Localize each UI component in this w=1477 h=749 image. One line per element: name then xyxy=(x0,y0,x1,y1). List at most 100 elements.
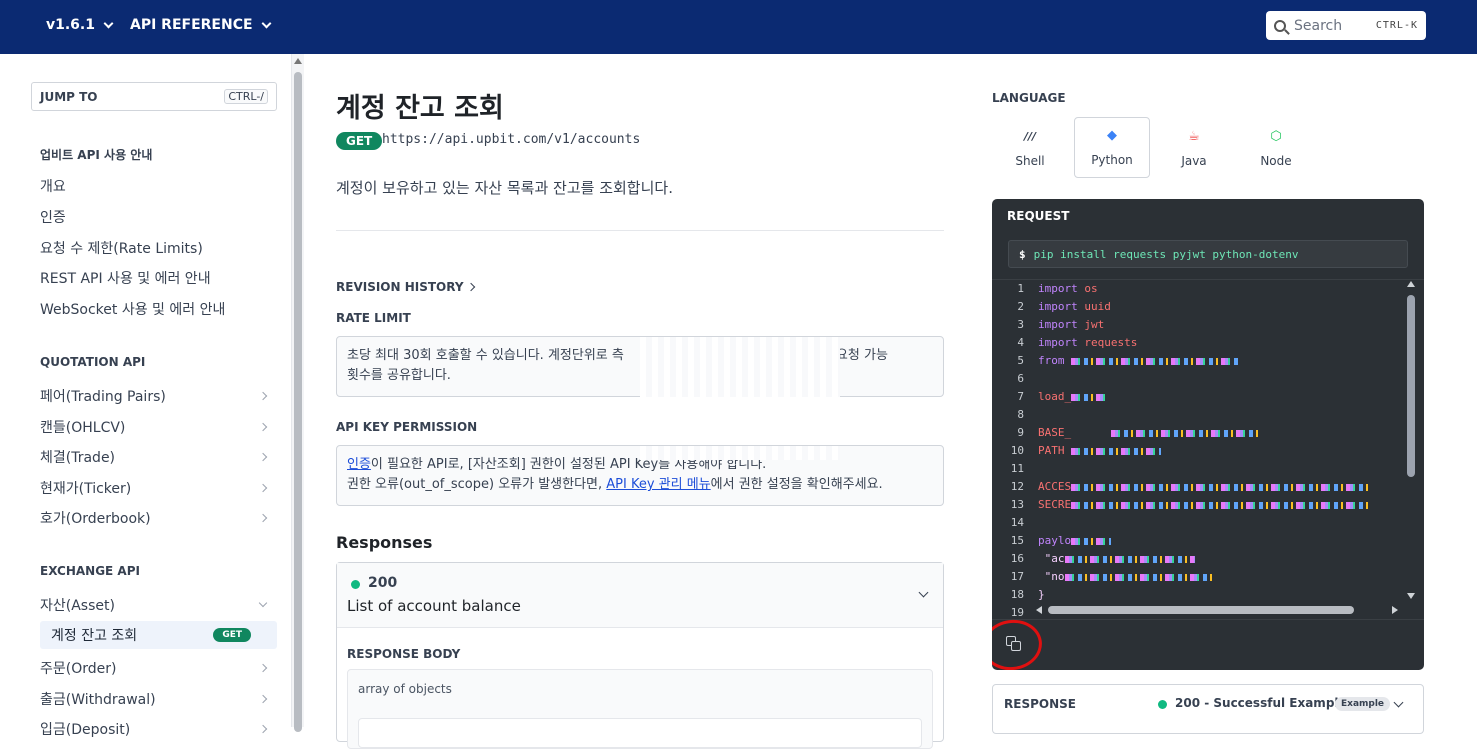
code-actions-bar xyxy=(992,616,1424,670)
chevron-down-icon xyxy=(261,18,272,28)
sidebar-item-orderbook[interactable]: 호가(Orderbook) xyxy=(40,508,272,528)
search-placeholder: Search xyxy=(1294,17,1343,34)
sidebar-item-auth[interactable]: 인증 xyxy=(40,207,272,227)
sidebar-item-overview[interactable]: 개요 xyxy=(40,176,272,196)
chevron-right-icon xyxy=(258,724,268,734)
sidebar-item-rate-limits[interactable]: 요청 수 제한(Rate Limits) xyxy=(40,238,272,258)
response-status: 200 - Successful Example xyxy=(1175,696,1347,710)
chevron-down-icon xyxy=(258,598,268,608)
code-sample-panel: LANGUAGE /// Shell ◆ Python ☕ Java ⬡ Nod… xyxy=(964,54,1477,734)
jump-to-shortcut: CTRL-/ xyxy=(224,89,268,104)
highlight-annotation-circle xyxy=(992,616,1046,670)
sidebar-item-ticker[interactable]: 현재가(Ticker) xyxy=(40,478,272,498)
endpoint-url: https://api.upbit.com/v1/accounts xyxy=(382,132,641,147)
api-reference-label: API REFERENCE xyxy=(130,17,253,33)
chevron-right-icon xyxy=(258,483,268,493)
sidebar-item-asset[interactable]: 자산(Asset) xyxy=(40,595,272,615)
scrollbar-thumb[interactable] xyxy=(1407,295,1415,477)
response-200-header[interactable]: 200 List of account balance xyxy=(337,563,943,628)
sidebar-item-order[interactable]: 주문(Order) xyxy=(40,658,272,678)
response-body-label: RESPONSE BODY xyxy=(347,647,461,661)
scroll-up-arrow-icon[interactable] xyxy=(294,58,302,64)
chevron-right-icon xyxy=(258,452,268,462)
sidebar-item-withdrawal[interactable]: 출금(Withdrawal) xyxy=(40,689,272,709)
code-horizontal-scrollbar[interactable] xyxy=(1036,605,1398,615)
sidebar-item-candles[interactable]: 캔들(OHLCV) xyxy=(40,417,272,437)
code-line: 13 SECRE xyxy=(992,496,1408,514)
code-line: 17 "no xyxy=(992,568,1408,586)
redacted-region xyxy=(640,446,840,460)
language-tab-shell[interactable]: /// Shell xyxy=(992,117,1068,178)
sidebar-item-websocket[interactable]: WebSocket 사용 및 에러 안내 xyxy=(40,299,272,319)
scroll-left-arrow-icon[interactable] xyxy=(1036,606,1042,614)
response-label: RESPONSE xyxy=(1004,697,1076,711)
version-dropdown[interactable]: v1.6.1 xyxy=(46,17,114,33)
chevron-down-icon[interactable] xyxy=(1393,697,1404,708)
chevron-right-icon xyxy=(466,282,475,292)
sidebar-item-rest-api[interactable]: REST API 사용 및 에러 안내 xyxy=(40,268,272,288)
code-line: 10 PATH xyxy=(992,442,1408,460)
chevron-down-icon xyxy=(103,18,114,28)
scrollbar-thumb[interactable] xyxy=(1048,606,1354,614)
java-icon: ☕ xyxy=(1188,129,1200,144)
response-body-schema: array of objects xyxy=(347,669,933,749)
divider xyxy=(336,230,944,231)
nav-group-title: 업비트 API 사용 안내 xyxy=(40,148,153,162)
rate-limit-label: RATE LIMIT xyxy=(336,311,411,325)
code-line: 18} xyxy=(1010,588,1045,601)
response-200-card: 200 List of account balance RESPONSE BOD… xyxy=(336,562,944,749)
sidebar-item-trade[interactable]: 체결(Trade) xyxy=(40,447,272,467)
api-key-manage-link[interactable]: API Key 관리 메뉴 xyxy=(606,477,710,492)
status-dot-icon xyxy=(1158,700,1167,709)
scrollbar-thumb[interactable] xyxy=(294,72,302,732)
code-line: 15 paylo xyxy=(992,532,1408,550)
chevron-right-icon xyxy=(258,513,268,523)
language-label: LANGUAGE xyxy=(992,91,1066,105)
code-line: 1 import os xyxy=(1017,282,1098,295)
chevron-right-icon xyxy=(258,391,268,401)
chevron-right-icon xyxy=(258,694,268,704)
scroll-down-arrow-icon[interactable] xyxy=(1407,593,1415,599)
search-input[interactable]: Search CTRL-K xyxy=(1266,11,1426,40)
language-tab-python[interactable]: ◆ Python xyxy=(1074,117,1150,178)
top-navigation-bar: v1.6.1 API REFERENCE Search CTRL-K xyxy=(0,0,1477,54)
jump-to-label: JUMP TO xyxy=(40,89,98,104)
responses-heading: Responses xyxy=(336,533,433,552)
code-line: 4 import requests xyxy=(1017,336,1138,349)
code-editor[interactable]: 1 import os 2 import uuid 3 import jwt 4 imp… xyxy=(992,279,1424,619)
scroll-right-arrow-icon[interactable] xyxy=(1392,606,1398,614)
jump-to-input[interactable]: JUMP TO CTRL-/ xyxy=(31,82,277,111)
sidebar: JUMP TO CTRL-/ 업비트 API 사용 안내 개요 인증 요청 수 … xyxy=(0,54,292,738)
auth-link[interactable]: 인증 xyxy=(347,457,371,472)
code-line: 12 ACCES xyxy=(992,478,1408,496)
version-label: v1.6.1 xyxy=(46,17,95,33)
code-line: 5 from xyxy=(992,352,1408,370)
code-line: 11 xyxy=(1010,462,1024,475)
sidebar-item-deposit[interactable]: 입금(Deposit) xyxy=(40,719,272,739)
scroll-up-arrow-icon[interactable] xyxy=(1407,281,1415,287)
nav-group-title: QUOTATION API xyxy=(40,355,146,369)
code-line: 9 BASE_ xyxy=(992,424,1408,442)
code-line: 8 xyxy=(1017,408,1024,421)
api-reference-dropdown[interactable]: API REFERENCE xyxy=(130,17,272,33)
api-key-permission-label: API KEY PERMISSION xyxy=(336,420,478,434)
node-icon: ⬡ xyxy=(1270,129,1282,144)
language-tab-node[interactable]: ⬡ Node xyxy=(1238,117,1314,178)
sidebar-scrollbar[interactable] xyxy=(292,54,304,732)
status-dot-icon xyxy=(351,580,360,589)
language-tab-java[interactable]: ☕ Java xyxy=(1156,117,1232,178)
schema-type: array of objects xyxy=(358,682,452,696)
terminal-icon: /// xyxy=(1023,130,1037,143)
page-title: 계정 잔고 조회 xyxy=(336,93,504,124)
code-line: 14 xyxy=(1010,516,1024,529)
schema-object[interactable] xyxy=(358,718,922,748)
code-vertical-scrollbar[interactable] xyxy=(1406,281,1416,599)
sidebar-item-account-balance[interactable]: 계정 잔고 조회 GET xyxy=(40,621,277,649)
redacted-region xyxy=(640,337,840,397)
revision-history-toggle[interactable]: REVISION HISTORY xyxy=(336,280,475,294)
main-content: 계정 잔고 조회 GET https://api.upbit.com/v1/ac… xyxy=(304,54,964,749)
sidebar-item-trading-pairs[interactable]: 페어(Trading Pairs) xyxy=(40,386,272,406)
code-line: 2 import uuid xyxy=(1017,300,1111,313)
chevron-right-icon xyxy=(258,663,268,673)
page-description: 계정이 보유하고 있는 자산 목록과 잔고를 조회합니다. xyxy=(336,179,673,197)
